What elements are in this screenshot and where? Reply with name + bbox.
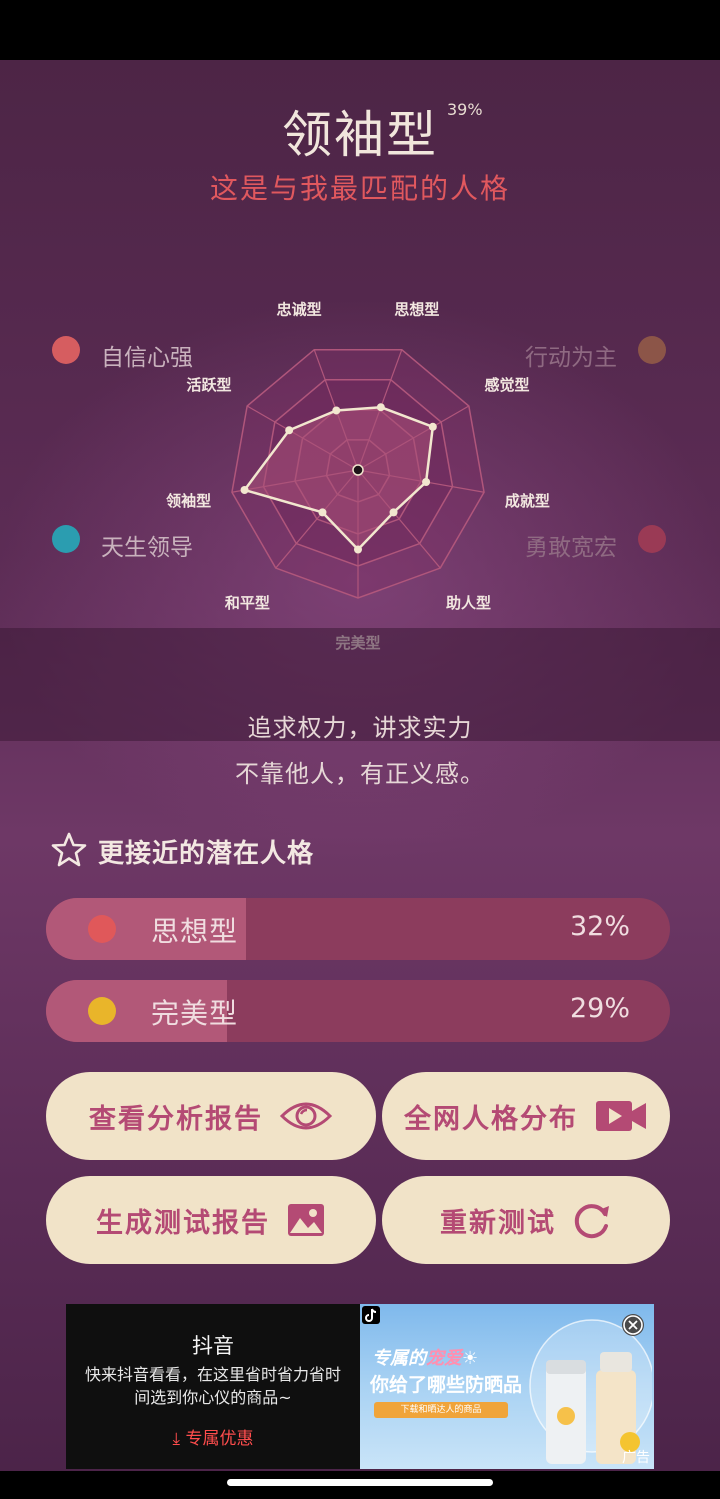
- ad-image[interactable]: 专属的宠爱☀ 你给了哪些防晒品 下载和晒达人的商品 广告: [360, 1304, 654, 1469]
- ad-brand: 抖音: [192, 1334, 234, 1358]
- ad-cta-link[interactable]: ⤓ 专属优惠: [66, 1424, 360, 1449]
- description-line-2: 不靠他人，有正义感。: [235, 760, 485, 788]
- ad-desc-line-2: 间选到你心仪的商品~: [134, 1388, 292, 1407]
- radar-data-point: [285, 426, 294, 435]
- home-indicator[interactable]: [227, 1479, 493, 1486]
- ad-headline-pre: 专属的: [372, 1348, 426, 1369]
- image-icon: [288, 1204, 324, 1236]
- ad-desc-line-1: 快来抖音看看，在这里省时省力省时: [84, 1365, 341, 1384]
- generate-report-button[interactable]: 生成测试报告: [46, 1176, 376, 1264]
- description-line-1: 追求权力，讲求实力: [247, 714, 473, 742]
- view-report-label: 查看分析报告: [89, 1103, 263, 1135]
- ad-left-panel[interactable]: 抖音 快来抖音看看，在这里省时省力省时 间选到你心仪的商品~ ⤓ 专属优惠: [66, 1304, 360, 1469]
- radar-axis-label: 和平型: [225, 594, 270, 612]
- distribution-button[interactable]: 全网人格分布: [382, 1072, 670, 1160]
- sun-icon: ☀: [462, 1348, 479, 1369]
- latent-bar-thinking: 思想型 32%: [46, 898, 670, 960]
- latent-label: 思想型: [151, 915, 239, 948]
- radar-data-point: [318, 508, 327, 517]
- radar-data-point: [354, 545, 362, 554]
- latent-bar-perfect: 完美型 29%: [46, 980, 670, 1042]
- ad-description: 快来抖音看看，在这里省时省力省时 间选到你心仪的商品~: [66, 1363, 360, 1409]
- latent-value: 32%: [569, 911, 630, 942]
- ad-headline-1: 专属的宠爱☀: [372, 1344, 478, 1370]
- radar-axis-label: 成就型: [505, 492, 550, 510]
- view-report-button[interactable]: 查看分析报告: [46, 1072, 376, 1160]
- latent-heading: 更接近的潜在人格: [98, 839, 315, 869]
- distribution-label: 全网人格分布: [404, 1103, 578, 1135]
- radar-data-point: [376, 403, 385, 412]
- ad-headline-highlight: 宠爱: [426, 1348, 462, 1369]
- ad-pill: 下载和晒达人的商品: [374, 1402, 508, 1418]
- radar-data-point: [240, 486, 249, 495]
- retest-button[interactable]: 重新测试: [382, 1176, 670, 1264]
- close-icon[interactable]: [622, 1314, 644, 1336]
- video-icon: [596, 1101, 646, 1131]
- latent-label: 完美型: [151, 997, 239, 1030]
- radar-axis-label: 感觉型: [484, 376, 529, 394]
- download-arrow-icon: ⤓: [172, 1429, 181, 1449]
- latent-value: 29%: [569, 993, 630, 1024]
- latent-dot: [88, 915, 116, 943]
- radar-data-point: [332, 406, 341, 415]
- star-icon: [51, 832, 87, 867]
- radar-axis-label: 活跃型: [187, 376, 232, 394]
- ad-banner[interactable]: 抖音 快来抖音看看，在这里省时省力省时 间选到你心仪的商品~ ⤓ 专属优惠 专属…: [66, 1304, 654, 1469]
- personality-radar-chart: 思想型感觉型成就型助人型完美型和平型领袖型活跃型忠诚型: [165, 300, 550, 652]
- radar-axis-label: 助人型: [446, 594, 491, 612]
- eye-icon: [279, 1102, 333, 1130]
- radar-data-point: [389, 508, 398, 517]
- radar-axis-label: 领袖型: [165, 492, 211, 510]
- refresh-icon: [574, 1204, 609, 1239]
- ad-headline-2: 你给了哪些防晒品: [370, 1374, 523, 1396]
- tiktok-logo-icon: [362, 1306, 380, 1324]
- radar-center: [352, 464, 364, 476]
- ad-tag: 广告: [622, 1450, 650, 1466]
- ad-cta-label: 专属优惠: [185, 1429, 254, 1449]
- sunscreen-product-image: [529, 1319, 652, 1464]
- retest-label: 重新测试: [440, 1207, 556, 1239]
- status-bar: [0, 0, 720, 60]
- latent-dot: [88, 997, 116, 1025]
- radar-data-point: [428, 422, 437, 431]
- radar-axis-label: 忠诚型: [277, 300, 322, 318]
- generate-report-label: 生成测试报告: [96, 1207, 270, 1239]
- radar-axis-label: 思想型: [394, 300, 439, 318]
- radar-data-point: [422, 478, 431, 487]
